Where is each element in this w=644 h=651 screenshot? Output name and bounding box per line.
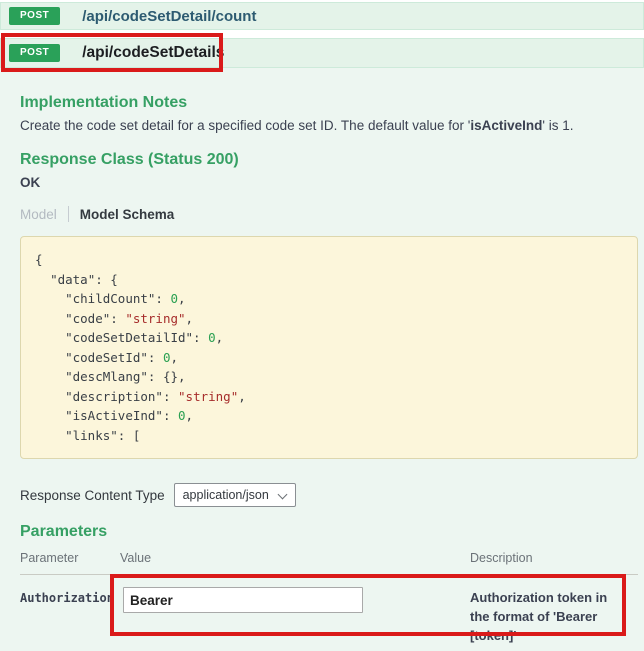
authorization-input[interactable] <box>123 587 363 613</box>
chevron-down-icon <box>277 490 287 500</box>
notes-text-after: ' is 1. <box>542 118 573 133</box>
endpoint-path-link[interactable]: /api/codeSetDetails <box>82 44 224 62</box>
post-method-badge: POST <box>9 44 60 62</box>
parameter-value-cell <box>120 587 470 646</box>
tab-model-schema[interactable]: Model Schema <box>80 207 175 222</box>
notes-text-before: Create the code set detail for a specifi… <box>20 118 470 133</box>
response-status-text: OK <box>20 175 638 190</box>
response-content-type-select[interactable]: application/json <box>174 483 296 507</box>
endpoint-row-codesetdetail-count[interactable]: POST /api/codeSetDetail/count <box>0 2 644 30</box>
tab-divider <box>68 206 69 222</box>
response-class-heading: Response Class (Status 200) <box>20 151 638 169</box>
parameter-description: Authorization token in the format of 'Be… <box>470 587 628 646</box>
swagger-operation-view: POST /api/codeSetDetail/count POST /api/… <box>0 0 644 651</box>
endpoint-row-codesetdetails[interactable]: POST /api/codeSetDetails <box>0 38 644 68</box>
tab-model[interactable]: Model <box>20 207 57 222</box>
column-header-description: Description <box>470 551 638 565</box>
parameters-heading: Parameters <box>20 523 638 541</box>
table-row: Authorization Authorization token in the… <box>20 574 638 646</box>
post-method-badge: POST <box>9 7 60 25</box>
column-header-parameter: Parameter <box>20 551 120 565</box>
implementation-notes-text: Create the code set detail for a specifi… <box>20 118 638 133</box>
selected-content-type: application/json <box>183 488 269 502</box>
operation-detail-panel: Implementation Notes Create the code set… <box>0 68 644 651</box>
model-tabs: Model Model Schema <box>20 206 638 222</box>
response-content-type-label: Response Content Type <box>20 488 165 503</box>
parameter-name: Authorization <box>20 587 120 646</box>
implementation-notes-heading: Implementation Notes <box>20 68 638 112</box>
parameters-table: Parameter Value Description Authorizatio… <box>20 551 638 646</box>
parameters-table-header: Parameter Value Description <box>20 551 638 565</box>
notes-text-code: isActiveInd <box>470 118 542 133</box>
response-content-type-row: Response Content Type application/json <box>20 483 638 507</box>
endpoint-path-link[interactable]: /api/codeSetDetail/count <box>82 8 256 25</box>
column-header-value: Value <box>120 551 470 565</box>
model-schema-code-block: { "data": { "childCount": 0, "code": "st… <box>20 236 638 459</box>
